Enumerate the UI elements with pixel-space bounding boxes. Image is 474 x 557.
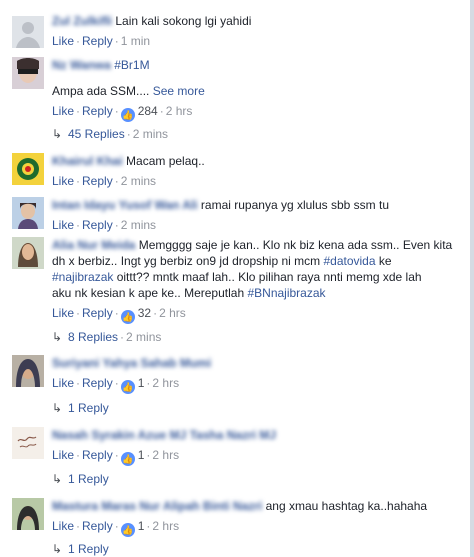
replies-link[interactable]: ↳ 1 Reply (52, 471, 109, 487)
comment-text: Macam pelaq.. (126, 154, 205, 168)
like-button[interactable]: Like (52, 448, 74, 462)
avatar[interactable] (12, 498, 44, 530)
comment-author[interactable]: Zul Zulkifli (52, 14, 112, 28)
reply-arrow-icon: ↳ (52, 127, 63, 141)
comment-text: Memgggg saje je kan.. Klo nk biz kena ad… (138, 238, 453, 252)
reply-button[interactable]: Reply (82, 519, 113, 533)
reaction-count[interactable]: 284 (138, 104, 158, 118)
comment-author[interactable]: Suriyani Yahya Sahab Mumi (52, 356, 211, 370)
reply-button[interactable]: Reply (82, 34, 113, 48)
comment-author[interactable]: Nz Wanwa (52, 58, 111, 72)
avatar[interactable] (12, 153, 44, 185)
comment-author[interactable]: Mastura Maras Nur Alipah Binti Nazri (52, 499, 262, 513)
avatar[interactable] (12, 427, 44, 459)
reply-arrow-icon: ↳ (52, 472, 63, 486)
hashtag[interactable]: #BNnajibrazak (247, 286, 325, 300)
avatar[interactable] (12, 355, 44, 387)
thumbs-up-icon: 👍 (120, 108, 135, 122)
reply-button[interactable]: Reply (82, 306, 113, 320)
like-button[interactable]: Like (52, 376, 74, 390)
thumbs-up-icon: 👍 (120, 380, 135, 394)
reply-button[interactable]: Reply (82, 376, 113, 390)
avatar[interactable] (12, 197, 44, 229)
like-button[interactable]: Like (52, 34, 74, 48)
comment-text: ang xmau hashtag ka..hahaha (265, 499, 428, 513)
timestamp[interactable]: 2 hrs (152, 519, 179, 533)
reply-arrow-icon: ↳ (52, 542, 63, 556)
comment-text: ramai rupanya yg xlulus sbb ssm tu (200, 198, 390, 212)
like-button[interactable]: Like (52, 306, 74, 320)
like-button[interactable]: Like (52, 519, 74, 533)
timestamp[interactable]: 2 hrs (152, 376, 179, 390)
hashtag[interactable]: #najibrazak (52, 270, 113, 284)
timestamp[interactable]: 2 mins (121, 218, 156, 232)
reply-arrow-icon: ↳ (52, 401, 63, 415)
hashtag[interactable]: #datovida (323, 254, 375, 268)
replies-link[interactable]: ↳ 1 Reply (52, 541, 109, 557)
avatar[interactable] (12, 237, 44, 269)
comment-author[interactable]: Intan Idayu Yusof Wan Ali (52, 198, 198, 212)
reply-arrow-icon: ↳ (52, 330, 63, 344)
like-button[interactable]: Like (52, 174, 74, 188)
thumbs-up-icon: 👍 (120, 310, 135, 324)
timestamp[interactable]: 2 hrs (166, 104, 193, 118)
comment-author[interactable]: Khairul Khai (52, 154, 123, 168)
avatar[interactable] (12, 16, 44, 48)
replies-link[interactable]: ↳ 45 Replies · 2 mins (52, 126, 168, 142)
hashtag[interactable]: #Br1M (114, 58, 149, 72)
avatar[interactable] (12, 57, 44, 89)
reply-button[interactable]: Reply (82, 104, 113, 118)
replies-link[interactable]: ↳ 1 Reply (52, 400, 109, 416)
scrollbar[interactable] (470, 0, 474, 557)
like-button[interactable]: Like (52, 104, 74, 118)
thumbs-up-icon: 👍 (120, 452, 135, 466)
like-button[interactable]: Like (52, 218, 74, 232)
timestamp[interactable]: 2 hrs (159, 306, 186, 320)
comment-author[interactable]: Nasah Syrakin Azue MJ Tasha Nazri MJ (52, 428, 276, 442)
see-more-link[interactable]: See more (153, 84, 205, 98)
comment-text: Lain kali sokong lgi yahidi (115, 14, 252, 28)
replies-link[interactable]: ↳ 8 Replies · 2 mins (52, 329, 161, 345)
comment-text: Ampa ada SSM.... (52, 84, 150, 98)
timestamp[interactable]: 2 hrs (152, 448, 179, 462)
reply-button[interactable]: Reply (82, 218, 113, 232)
comment-author[interactable]: Alia Nur Meida (52, 238, 135, 252)
timestamp[interactable]: 2 mins (121, 174, 156, 188)
thumbs-up-icon: 👍 (120, 523, 135, 537)
reply-button[interactable]: Reply (82, 174, 113, 188)
timestamp[interactable]: 1 min (121, 34, 150, 48)
reply-button[interactable]: Reply (82, 448, 113, 462)
reaction-count[interactable]: 32 (138, 306, 151, 320)
